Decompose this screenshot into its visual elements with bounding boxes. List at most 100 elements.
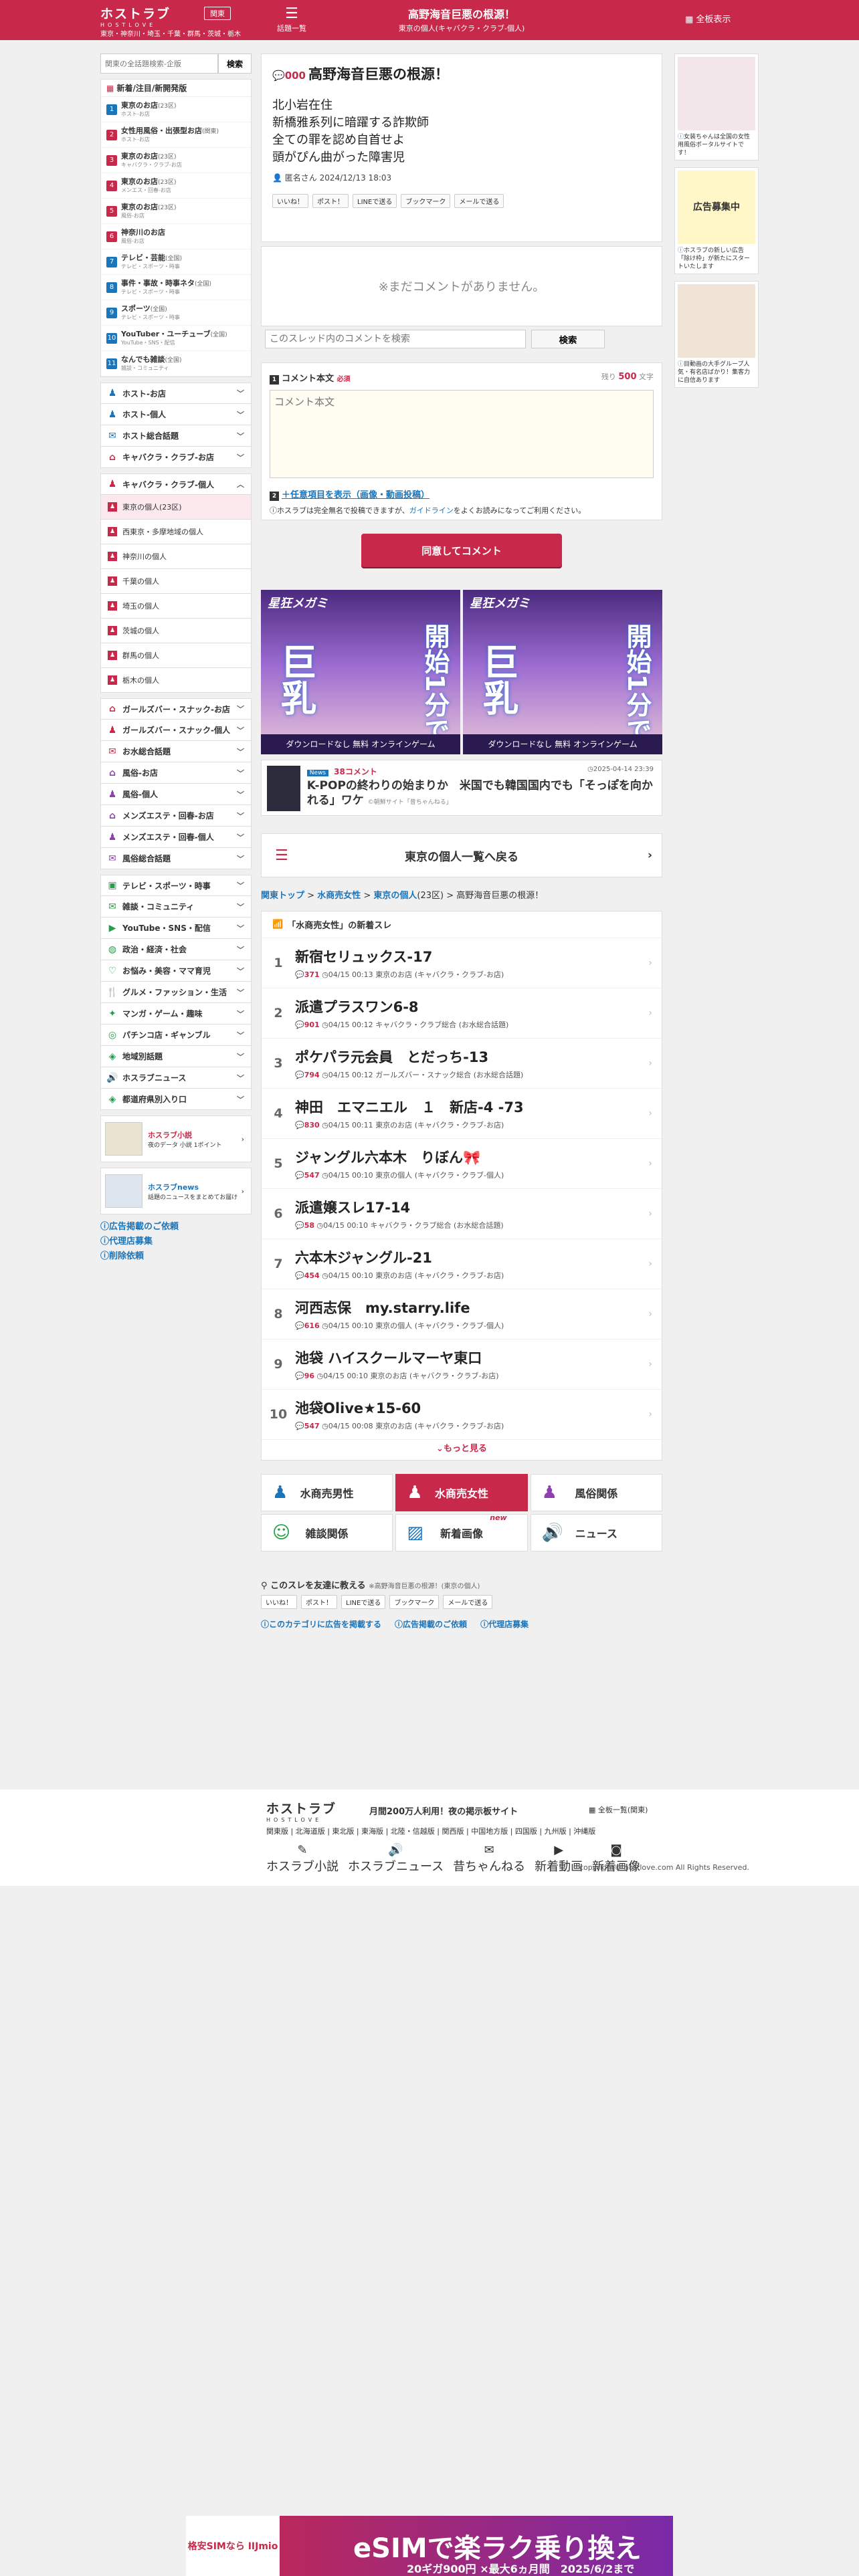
subcategory-item[interactable]: ♟ 栃木の個人 [100,668,252,693]
category-item[interactable]: ◈ 地域別話題 ﹀ [100,1046,252,1067]
category-item[interactable]: ✉ お水総合話題 ﹀ [100,741,252,762]
category-item[interactable]: ♟ 風俗-個人 ﹀ [100,784,252,805]
subcategory-item[interactable]: ♟ 群馬の個人 [100,643,252,668]
news-banner[interactable]: ホスラブnews 話題のニュースをまとめてお届け › [100,1168,252,1214]
board-item[interactable]: 6 神奈川のお店 風俗-お店 [101,224,251,249]
category-item[interactable]: ✉ 雑談・コミュニティ ﹀ [100,896,252,918]
header-board-name[interactable]: 東京の個人(キャバクラ・クラブ-個人) [348,23,575,33]
subcategory-item[interactable]: ♟ 東京の個人(23区) [100,495,252,520]
category-item[interactable]: ⌂ 風俗-お店 ﹀ [100,762,252,784]
category-item[interactable]: ♟ ガールズバー・スナック-個人 ﹀ [100,720,252,741]
breadcrumb-category[interactable]: 水商売女性 [317,891,361,901]
category-tile[interactable]: ☺ 雑談関係 [261,1514,393,1551]
side-ad[interactable]: ⓘ目動画の大手グループ人気・有名店ばかり！集客力に自信あります [674,281,759,388]
board-item[interactable]: 4 東京のお店(23区) メンエス・回春-お店 [101,173,251,199]
ad-link[interactable]: ⓘこのカテゴリに広告を掲載する [261,1618,381,1630]
category-item[interactable]: ♟ メンズエステ・回春-個人 ﹀ [100,827,252,848]
site-logo[interactable]: ホストラブ HOSTLOVE [100,4,171,28]
share-button[interactable]: ポスト！ [312,194,349,208]
category-item[interactable]: ⌂ キャバクラ・クラブ-お店 ﹀ [100,447,252,468]
board-item[interactable]: 2 女性用風俗・出張型お店(関東) ホスト-お店 [101,122,251,148]
footer-icon-link[interactable]: ✉ 昔ちゃんねる [453,1843,525,1874]
footer-regions[interactable]: 関東版 | 北海道版 | 東北版 | 東海版 | 北陸・信越版 | 関西版 | … [266,1826,595,1836]
footer-logo[interactable]: ホストラブ HOSTLOVE [266,1799,337,1823]
share-button[interactable]: LINEで送る [353,194,397,208]
subcategory-item[interactable]: ♟ 茨城の個人 [100,619,252,643]
ad-link[interactable]: ⓘ代理店募集 [480,1618,529,1630]
ad-link[interactable]: ⓘ広告掲載のご依頼 [395,1618,467,1630]
category-item[interactable]: ✉ ホスト総合話題 ﹀ [100,425,252,447]
footer-icon-link[interactable]: ▶ 新着動画 [535,1843,583,1874]
category-item[interactable]: 🍴 グルメ・ファッション・生活 ﹀ [100,982,252,1003]
board-item[interactable]: 1 東京のお店(23区) ホスト-お店 [101,97,251,122]
subcategory-item[interactable]: ♟ 埼玉の個人 [100,594,252,619]
breadcrumb-top[interactable]: 関東トップ [261,891,304,901]
footer-icon-link[interactable]: 🔊 ホスラブニュース [348,1843,444,1874]
category-tile[interactable]: ♟ 風俗関係 [530,1474,662,1511]
category-tile[interactable]: ♟ 水商売女性 [395,1474,528,1511]
topic-list-button[interactable]: ☰ 話題一覧 [276,5,307,33]
thread-row[interactable]: 6 派遣嬢スレ17-14 💬58 ◷04/15 00:10 キャバクラ・クラブ総合 … [262,1189,662,1239]
footer-icon-link[interactable]: ✎ ホスラブ小説 [266,1843,339,1874]
side-ad[interactable]: ⓘ女装ちゃんは全国の女性用風俗ポータルサイトです！ [674,53,759,160]
category-tile[interactable]: ▨ 新着画像 new [395,1513,528,1551]
category-item[interactable]: ⌂ メンズエステ・回春-お店 ﹀ [100,805,252,827]
thread-row[interactable]: 10 池袋Olive★15-60 💬547 ◷04/15 00:08 東京のお店 (… [262,1390,662,1440]
sidebar-link[interactable]: ⓘ代理店募集 [100,1235,252,1249]
comment-textarea[interactable] [270,390,654,478]
subcategory-item[interactable]: ♟ 西東京・多摩地域の個人 [100,520,252,544]
optional-fields-toggle[interactable]: 2 ＋任意項目を表示（画像・動画投稿） [270,488,654,501]
thread-row[interactable]: 1 新宿セリュックス-17 💬371 ◷04/15 00:13 東京のお店 (キャバ… [262,938,662,988]
category-item[interactable]: ✦ マンガ・ゲーム・趣味 ﹀ [100,1003,252,1025]
region-button[interactable]: 関東 [204,7,231,20]
board-item[interactable]: 8 事件・事故・時事ネタ(全国) テレビ・スポーツ・時事 [101,275,251,300]
guideline-link[interactable]: ガイドライン [409,506,454,515]
share-button[interactable]: いいね！ [272,194,308,208]
sidebar-search-input[interactable] [100,53,218,74]
news-item[interactable]: News 38コメント K-POPの終わりの始まりか 米国でも韓国国内でも「そっぽ… [261,760,662,816]
category-item[interactable]: ♟ ホスト-お店 ﹀ [100,383,252,404]
agree-comment-button[interactable]: 同意してコメント [361,534,562,567]
full-board-button[interactable]: ▦ 全板表示 [685,12,731,25]
sidebar-search-button[interactable]: 検索 [218,53,252,74]
thread-row[interactable]: 8 河西志保 my.starry.life 💬616 ◷04/15 00:10 東京… [262,1289,662,1339]
category-item[interactable]: ◍ 政治・経済・社会 ﹀ [100,939,252,960]
category-item[interactable]: ◈ 都道府県別入り口 ﹀ [100,1089,252,1110]
sidebar-link[interactable]: ⓘ削除依頼 [100,1249,252,1264]
subcategory-item[interactable]: ♟ 千葉の個人 [100,569,252,594]
category-item[interactable]: ♡ お悩み・美容・ママ育児 ﹀ [100,960,252,982]
category-item[interactable]: ♟ ホスト-個人 ﹀ [100,404,252,425]
more-button[interactable]: ⌄もっと見る [262,1440,662,1459]
category-item[interactable]: 🔊 ホスラブニュース ﹀ [100,1067,252,1089]
share-button[interactable]: ブックマーク [401,194,451,208]
category-item[interactable]: ✉ 風俗総合話題 ﹀ [100,848,252,869]
board-item[interactable]: 11 なんでも雑談(全国) 雑談・コミュニティ [101,351,251,377]
subcategory-item[interactable]: ♟ 神奈川の個人 [100,544,252,569]
thread-search-button[interactable]: 検索 [531,330,605,348]
novel-banner[interactable]: ホスラブ小説 夜のデータ 小説 1ポイント › [100,1115,252,1162]
board-item[interactable]: 3 東京のお店(23区) キャバクラ・クラブ-お店 [101,148,251,173]
board-item[interactable]: 7 テレビ・芸能(全国) テレビ・スポーツ・時事 [101,249,251,275]
share-button[interactable]: メールで送る [443,1595,493,1609]
category-open[interactable]: ♟ キャバクラ・クラブ-個人 ︿ [100,473,252,495]
category-tile[interactable]: ♟ 水商売男性 [261,1474,393,1511]
thread-row[interactable]: 7 六本木ジャングル-21 💬454 ◷04/15 00:10 東京のお店 (キャバ… [262,1239,662,1289]
category-item[interactable]: ⌂ ガールズバー・スナック-お店 ﹀ [100,698,252,720]
category-item[interactable]: ▶ YouTube・SNS・配信 ﹀ [100,918,252,939]
thread-search-input[interactable] [265,330,526,348]
board-item[interactable]: 9 スポーツ(全国) テレビ・スポーツ・時事 [101,300,251,326]
share-button[interactable]: メールで送る [454,194,504,208]
thread-row[interactable]: 3 ポケパラ元会員 とだっち-13 💬794 ◷04/15 00:12 ガールズバー… [262,1039,662,1089]
back-to-list-button[interactable]: ☰ 東京の個人一覧へ戻る › [261,833,662,877]
sidebar-link[interactable]: ⓘ広告掲載のご依頼 [100,1220,252,1235]
thread-row[interactable]: 2 派遣プラスワン6-8 💬901 ◷04/15 00:12 キャバクラ・クラブ総合… [262,988,662,1039]
thread-row[interactable]: 4 神田 エマニエル １ 新店-4 -73 💬830 ◷04/15 00:11 東京… [262,1089,662,1139]
category-item[interactable]: ◎ パチンコ店・ギャンブル ﹀ [100,1025,252,1046]
board-item[interactable]: 10 YouTuber・ユーチューブ(全国) YouTube・SNS・配信 [101,326,251,351]
share-button[interactable]: いいね！ [261,1595,297,1609]
category-item[interactable]: ▣ テレビ・スポーツ・時事 ﹀ [100,875,252,896]
footer-all-boards[interactable]: ▦ 全板一覧(関東) [589,1804,648,1815]
share-button[interactable]: LINEで送る [341,1595,386,1609]
thread-row[interactable]: 9 池袋 ハイスクールマーヤ東口 💬96 ◷04/15 00:10 東京のお店 (キ… [262,1339,662,1390]
breadcrumb-board[interactable]: 東京の個人 [373,891,417,901]
